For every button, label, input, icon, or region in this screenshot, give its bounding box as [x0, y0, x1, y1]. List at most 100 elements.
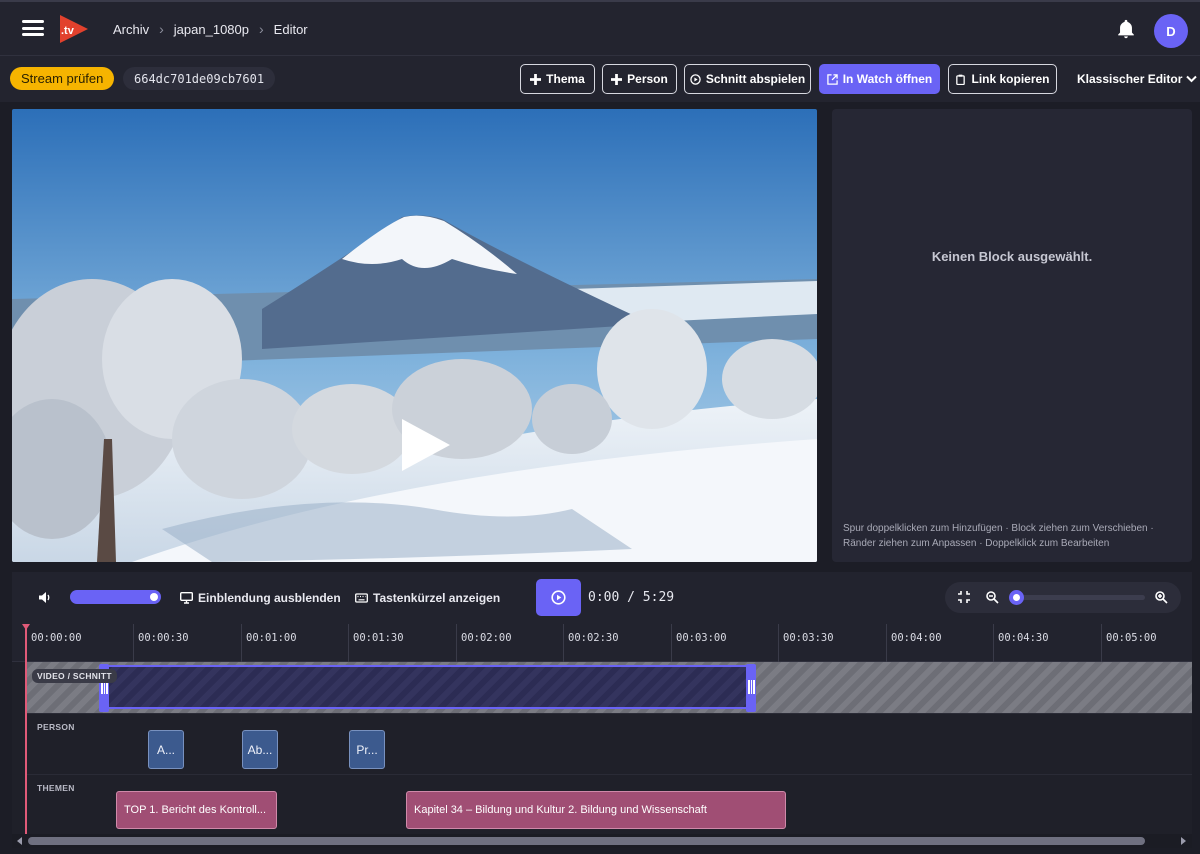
breadcrumb: Archiv › japan_1080p › Editor [113, 21, 308, 37]
copy-link-label: Link kopieren [971, 72, 1050, 86]
empty-selection-message: Keinen Block ausgewählt. [931, 249, 1093, 264]
playhead[interactable] [25, 624, 27, 834]
keyboard-icon [355, 593, 368, 603]
total-duration: 5:29 [642, 590, 675, 605]
ruler-tick: 00:04:00 [886, 624, 942, 662]
tick-label: 00:04:30 [998, 632, 1049, 644]
theme-block[interactable]: Kapitel 34 – Bildung und Kultur 2. Bildu… [406, 791, 786, 829]
player-controls: Einblendung ausblenden Tastenkürzel anze… [12, 572, 1192, 624]
tick-label: 00:03:30 [783, 632, 834, 644]
cut-end-handle[interactable] [746, 664, 756, 712]
fit-to-screen-icon[interactable] [957, 590, 971, 604]
editor-hint-text: Spur doppelklicken zum Hinzufügen · Bloc… [843, 523, 1154, 549]
zoom-slider-knob[interactable] [1009, 590, 1024, 605]
plus-icon [611, 73, 623, 85]
ruler-tick: 00:05:00 [1101, 624, 1157, 662]
breadcrumb-archive[interactable]: Archiv [113, 22, 149, 37]
user-avatar[interactable]: D [1154, 14, 1188, 48]
add-person-button[interactable]: Person [602, 64, 677, 94]
add-theme-button[interactable]: Thema [520, 64, 595, 94]
timecode-display: 0:00 / 5:29 [588, 590, 675, 605]
timeline-zoom-control [945, 582, 1181, 613]
ruler-tick: 00:00:30 [133, 624, 189, 662]
playhead-marker[interactable] [22, 624, 30, 630]
person-block[interactable]: Pr... [349, 730, 385, 769]
hide-overlay-label: Einblendung ausblenden [198, 591, 341, 605]
tick-label: 00:01:00 [246, 632, 297, 644]
current-time: 0:00 [588, 590, 620, 605]
bell-icon[interactable] [1115, 18, 1137, 40]
plus-icon [530, 73, 542, 85]
svg-text:.tv: .tv [61, 25, 75, 37]
person-block[interactable]: A... [148, 730, 184, 769]
scroll-left-icon[interactable] [15, 836, 25, 846]
video-frame [12, 109, 817, 562]
breadcrumb-editor: Editor [273, 21, 308, 37]
zoom-out-icon[interactable] [985, 590, 999, 604]
track-divider [26, 774, 1192, 775]
open-in-watch-label: In Watch öffnen [842, 72, 933, 86]
tick-label: 00:02:00 [461, 632, 512, 644]
tick-label: 00:05:00 [1106, 632, 1157, 644]
person-block[interactable]: Ab... [242, 730, 278, 769]
breadcrumb-video[interactable]: japan_1080p [174, 22, 249, 37]
ruler-tick: 00:02:00 [456, 624, 512, 662]
volume-icon[interactable] [38, 591, 52, 604]
add-person-label: Person [627, 72, 668, 86]
editor-toolbar: Stream prüfen 664dc701de09cb7601 Thema P… [0, 56, 1200, 102]
tick-label: 00:04:00 [891, 632, 942, 644]
ruler-tick: 00:01:30 [348, 624, 404, 662]
volume-slider[interactable] [70, 590, 161, 604]
hide-overlay-toggle[interactable]: Einblendung ausblenden [180, 591, 341, 605]
tick-label: 00:03:00 [676, 632, 727, 644]
person-track-label: PERSON [37, 722, 75, 732]
tick-label: 00:00:30 [138, 632, 189, 644]
time-ruler[interactable]: 00:00:00 00:00:30 00:01:00 00:01:30 00:0… [12, 624, 1192, 662]
classic-editor-dropdown[interactable]: Klassischer Editor [1077, 72, 1198, 86]
add-theme-label: Thema [546, 72, 585, 86]
breadcrumb-separator-icon: › [259, 21, 264, 37]
tick-label: 00:02:30 [568, 632, 619, 644]
tick-label: 00:00:00 [31, 632, 82, 644]
cut-block[interactable] [99, 664, 756, 712]
menu-icon[interactable] [22, 20, 44, 36]
tick-label: 00:01:30 [353, 632, 404, 644]
app-logo[interactable]: .tv [58, 14, 90, 44]
clipboard-icon [956, 74, 966, 85]
open-in-watch-button[interactable]: In Watch öffnen [819, 64, 940, 94]
stream-id-badge: 664dc701de09cb7601 [123, 67, 276, 90]
external-link-icon [826, 73, 838, 85]
ruler-tick: 00:04:30 [993, 624, 1049, 662]
ruler-tick: 00:03:30 [778, 624, 834, 662]
track-divider [26, 713, 1192, 714]
classic-editor-label: Klassischer Editor [1077, 72, 1183, 86]
stream-check-button[interactable]: Stream prüfen [10, 67, 115, 90]
ruler-tick: 00:03:00 [671, 624, 727, 662]
play-button[interactable] [536, 579, 581, 616]
play-cut-label: Schnitt abspielen [705, 72, 806, 86]
play-circle-icon [551, 590, 566, 605]
timeline-scrollbar[interactable] [12, 834, 1192, 848]
scroll-right-icon[interactable] [1178, 836, 1188, 846]
monitor-icon [180, 592, 193, 604]
video-player[interactable] [12, 109, 817, 562]
video-track-label: VIDEO / SCHNITT [32, 669, 117, 683]
zoom-in-icon[interactable] [1154, 590, 1168, 604]
timeline[interactable]: 00:00:00 00:00:30 00:01:00 00:01:30 00:0… [12, 624, 1192, 848]
chevron-down-icon [1186, 75, 1198, 83]
play-cut-button[interactable]: Schnitt abspielen [684, 64, 811, 94]
zoom-slider[interactable] [1013, 595, 1145, 600]
show-shortcuts-toggle[interactable]: Tastenkürzel anzeigen [355, 591, 500, 605]
themes-track-label: THEMEN [37, 783, 75, 793]
scrollbar-thumb[interactable] [28, 837, 1145, 845]
ruler-tick: 00:02:30 [563, 624, 619, 662]
block-inspector-panel: Keinen Block ausgewählt. Spur doppelklic… [832, 109, 1192, 562]
play-circle-icon [690, 73, 701, 85]
volume-slider-knob[interactable] [150, 593, 158, 601]
play-icon[interactable] [400, 417, 452, 473]
show-shortcuts-label: Tastenkürzel anzeigen [373, 591, 501, 605]
top-navigation: .tv Archiv › japan_1080p › Editor D [0, 0, 1200, 56]
theme-block[interactable]: TOP 1. Bericht des Kontroll... [116, 791, 277, 829]
ruler-tick: 00:01:00 [241, 624, 297, 662]
copy-link-button[interactable]: Link kopieren [948, 64, 1057, 94]
